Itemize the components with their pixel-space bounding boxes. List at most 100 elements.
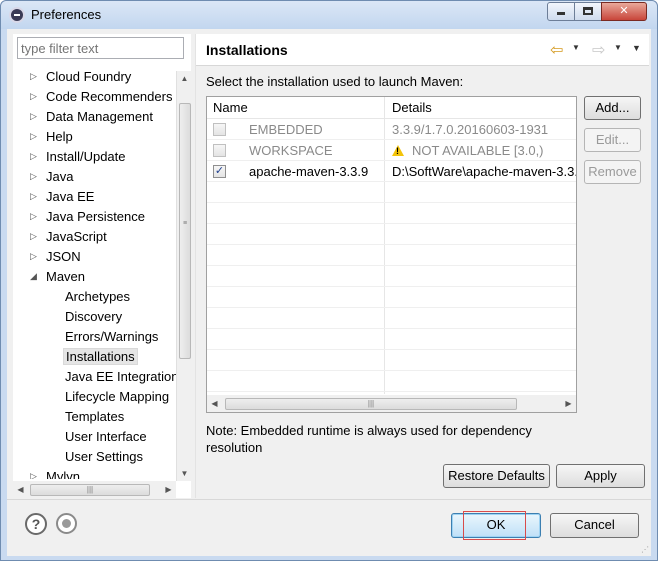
apply-button[interactable]: Apply bbox=[556, 464, 645, 488]
tree-scroll-thumb[interactable]: ≡ bbox=[179, 103, 191, 359]
back-dropdown-icon[interactable]: ▼ bbox=[572, 43, 580, 52]
collapsed-arrow-icon[interactable]: ▷ bbox=[30, 167, 37, 186]
tree-item[interactable]: ▷ Java EE bbox=[30, 187, 96, 206]
collapsed-arrow-icon[interactable]: ▷ bbox=[30, 67, 37, 86]
scroll-left-icon[interactable]: ◀ bbox=[207, 395, 222, 412]
close-button[interactable]: ✕ bbox=[601, 2, 647, 21]
record-macro-icon[interactable] bbox=[56, 513, 77, 534]
back-arrow-icon[interactable]: ⇦ bbox=[550, 40, 563, 60]
column-header-name[interactable]: Name bbox=[213, 100, 248, 115]
add-button[interactable]: Add... bbox=[584, 96, 641, 120]
embedded-runtime-note: Note: Embedded runtime is always used fo… bbox=[206, 423, 532, 455]
empty-table-row bbox=[207, 203, 576, 224]
tree-item[interactable]: ▷ Code Recommenders bbox=[30, 87, 174, 106]
installation-name: EMBEDDED bbox=[249, 122, 323, 137]
tree-item-label: Help bbox=[46, 129, 73, 144]
tree-item[interactable]: ▷ Mylyn bbox=[30, 467, 82, 479]
installation-checkbox[interactable] bbox=[213, 144, 226, 157]
installation-name: WORKSPACE bbox=[249, 143, 333, 158]
table-row[interactable]: WORKSPACE NOT AVAILABLE [3.0,) bbox=[207, 140, 576, 161]
minimize-icon bbox=[557, 12, 565, 15]
maximize-button[interactable] bbox=[574, 2, 602, 21]
tree-item-label: Maven bbox=[46, 269, 86, 284]
instruction-text: Select the installation used to launch M… bbox=[206, 74, 464, 89]
collapsed-arrow-icon[interactable]: ▷ bbox=[30, 207, 37, 226]
filter-input[interactable] bbox=[17, 37, 184, 59]
tree-item[interactable]: Java EE Integration bbox=[63, 367, 177, 386]
cancel-button[interactable]: Cancel bbox=[550, 513, 639, 538]
expanded-arrow-icon[interactable]: ◢ bbox=[30, 267, 37, 286]
installations-table: Name Details EMBEDDED 3.3.9/1.7.0.2016060… bbox=[206, 96, 577, 413]
collapsed-arrow-icon[interactable]: ▷ bbox=[30, 127, 37, 146]
tree-item[interactable]: ▷ Java bbox=[30, 167, 75, 186]
tree-item-label: Archetypes bbox=[65, 289, 131, 304]
tree-item[interactable]: ▷ Cloud Foundry bbox=[30, 67, 133, 86]
tree-item[interactable]: Archetypes bbox=[63, 287, 132, 306]
tree-item-label: Java EE bbox=[46, 189, 95, 204]
scroll-right-icon[interactable]: ▶ bbox=[161, 481, 176, 498]
tree-item[interactable]: ▷ Data Management bbox=[30, 107, 155, 126]
minimize-button[interactable] bbox=[547, 2, 575, 21]
ok-button[interactable]: OK bbox=[451, 513, 541, 538]
installation-details: 3.3.9/1.7.0.20160603-1931 bbox=[392, 122, 576, 137]
collapsed-arrow-icon[interactable]: ▷ bbox=[30, 87, 37, 106]
tree-item[interactable]: Installations bbox=[63, 347, 138, 366]
collapsed-arrow-icon[interactable]: ▷ bbox=[30, 467, 37, 479]
collapsed-arrow-icon[interactable]: ▷ bbox=[30, 107, 37, 126]
maximize-icon bbox=[583, 7, 593, 15]
tree-item-label: User Interface bbox=[65, 429, 147, 444]
resize-grip-icon[interactable]: ⋰ bbox=[641, 545, 649, 554]
table-row[interactable]: EMBEDDED 3.3.9/1.7.0.20160603-1931 bbox=[207, 119, 576, 140]
forward-dropdown-icon[interactable]: ▼ bbox=[614, 43, 622, 52]
remove-button[interactable]: Remove bbox=[584, 160, 641, 184]
view-menu-icon[interactable]: ▼ bbox=[632, 43, 641, 53]
column-header-details[interactable]: Details bbox=[392, 100, 432, 115]
tree-item[interactable]: ▷ Java Persistence bbox=[30, 207, 147, 226]
installation-checkbox[interactable] bbox=[213, 123, 226, 136]
help-icon[interactable]: ? bbox=[25, 513, 47, 535]
tree-item[interactable]: Lifecycle Mapping bbox=[63, 387, 171, 406]
tree-item-label: Install/Update bbox=[46, 149, 126, 164]
tree-item[interactable]: ▷ JSON bbox=[30, 247, 83, 266]
edit-button[interactable]: Edit... bbox=[584, 128, 641, 152]
empty-table-row bbox=[207, 266, 576, 287]
tree-item[interactable]: User Interface bbox=[63, 427, 149, 446]
table-horizontal-scrollbar[interactable]: ◀ ||| ▶ bbox=[207, 395, 576, 412]
tree-vertical-scrollbar[interactable]: ▲ ≡ ▼ bbox=[176, 71, 191, 481]
collapsed-arrow-icon[interactable]: ▷ bbox=[30, 227, 37, 246]
table-hscroll-thumb[interactable]: ||| bbox=[225, 398, 517, 410]
tree-hscroll-thumb[interactable]: ||| bbox=[30, 484, 150, 496]
collapsed-arrow-icon[interactable]: ▷ bbox=[30, 247, 37, 266]
tree-item[interactable]: ▷ JavaScript bbox=[30, 227, 109, 246]
empty-table-row bbox=[207, 182, 576, 203]
title-bar: Preferences ✕ bbox=[1, 1, 657, 29]
collapsed-arrow-icon[interactable]: ▷ bbox=[30, 147, 37, 166]
tree-item-label: Discovery bbox=[65, 309, 123, 324]
empty-table-row bbox=[207, 350, 576, 371]
tree-item[interactable]: Templates bbox=[63, 407, 126, 426]
forward-arrow-icon[interactable]: ⇨ bbox=[592, 40, 605, 60]
tree-item-label: Cloud Foundry bbox=[46, 69, 132, 84]
tree-item-label: Installations bbox=[63, 348, 138, 365]
scroll-left-icon[interactable]: ◀ bbox=[13, 481, 28, 498]
restore-defaults-button[interactable]: Restore Defaults bbox=[443, 464, 550, 488]
tree-item[interactable]: Discovery bbox=[63, 307, 124, 326]
scroll-right-icon[interactable]: ▶ bbox=[561, 395, 576, 412]
tree-item[interactable]: ▷ Help bbox=[30, 127, 75, 146]
scroll-up-icon[interactable]: ▲ bbox=[177, 71, 192, 86]
installation-details-text: 3.3.9/1.7.0.20160603-1931 bbox=[392, 122, 549, 137]
scroll-down-icon[interactable]: ▼ bbox=[177, 466, 192, 481]
collapsed-arrow-icon[interactable]: ▷ bbox=[30, 187, 37, 206]
tree-horizontal-scrollbar[interactable]: ◀ ||| ▶ bbox=[13, 481, 176, 498]
tree-item[interactable]: ◢ Maven bbox=[30, 267, 87, 286]
empty-table-row bbox=[207, 308, 576, 329]
tree-item-label: User Settings bbox=[65, 449, 144, 464]
preferences-window: Preferences ✕ ▷ Cloud Foundry ▷ Code Recomm… bbox=[0, 0, 658, 561]
tree-item[interactable]: ▷ Install/Update bbox=[30, 147, 128, 166]
tree-item-label: JSON bbox=[46, 249, 81, 264]
table-row[interactable]: ✓ apache-maven-3.3.9 D:\SoftWare\apache-ma… bbox=[207, 161, 576, 182]
preferences-tree: ▷ Cloud Foundry ▷ Code Recommenders ▷ Data Ma… bbox=[13, 67, 177, 479]
tree-item[interactable]: Errors/Warnings bbox=[63, 327, 160, 346]
installation-checkbox[interactable]: ✓ bbox=[213, 165, 226, 178]
tree-item[interactable]: User Settings bbox=[63, 447, 145, 466]
